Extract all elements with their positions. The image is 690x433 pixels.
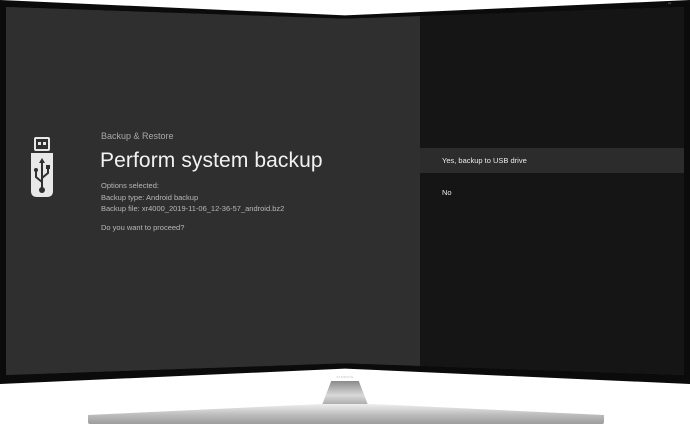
backup-file-text: Backup file: xr4000_2019-11-06_12-36-57_… (101, 204, 285, 213)
option-no[interactable]: No (420, 180, 684, 205)
usb-drive-icon (31, 137, 53, 197)
option-yes-backup-usb[interactable]: Yes, backup to USB drive (420, 148, 684, 173)
corner-logo-icon: ▪▪▪ (668, 1, 672, 5)
backup-details: Options selected: Backup type: Android b… (101, 180, 284, 215)
options-selected-label: Options selected: (101, 181, 159, 190)
page-title: Perform system backup (100, 149, 323, 172)
breadcrumb: Backup & Restore (101, 131, 174, 141)
proceed-prompt: Do you want to proceed? (101, 223, 185, 232)
tv-brand-logo: SAMSUNG (336, 375, 354, 379)
tv-stand-neck (322, 381, 368, 405)
tv-screen: Backup & Restore Perform system backup O… (6, 7, 684, 375)
info-pane: Backup & Restore Perform system backup O… (6, 7, 420, 375)
options-pane: Yes, backup to USB drive No (420, 7, 684, 375)
tv-stand-base (88, 404, 604, 424)
backup-type-text: Backup type: Android backup (101, 192, 199, 202)
